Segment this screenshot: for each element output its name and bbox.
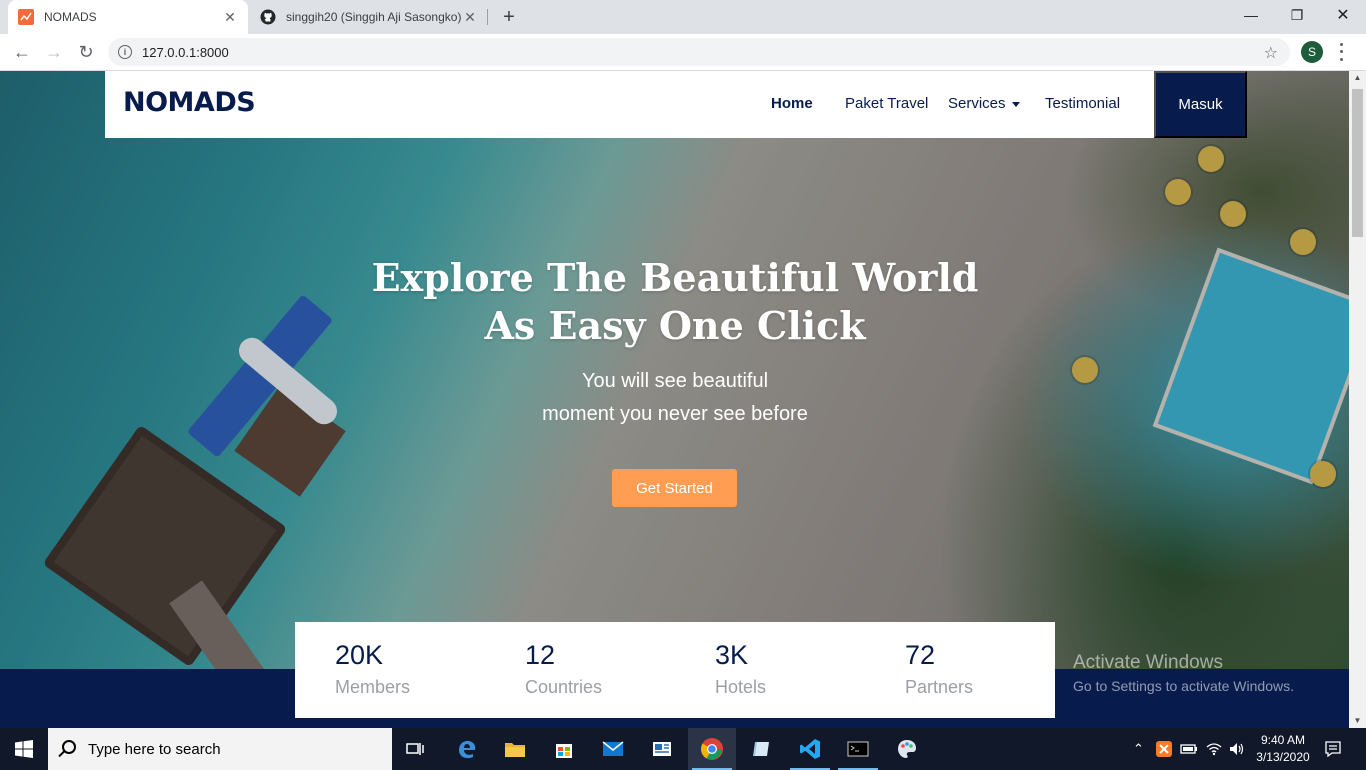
action-center-icon[interactable] [1325, 728, 1341, 770]
caret-down-icon [1011, 101, 1020, 107]
file-explorer-icon[interactable] [491, 728, 539, 770]
terminal-icon[interactable] [834, 728, 882, 770]
profile-avatar[interactable]: S [1301, 41, 1323, 63]
notes-app-icon[interactable] [737, 728, 785, 770]
wifi-icon[interactable] [1206, 728, 1222, 770]
bookmark-star-icon[interactable]: ☆ [1264, 43, 1278, 63]
page-viewport: NOMADS Home Paket Travel Services Testim… [0, 71, 1349, 728]
paint-app-icon[interactable] [883, 728, 931, 770]
stat-value: 3K [715, 640, 749, 670]
new-tab-plus-icon[interactable]: + [498, 6, 520, 28]
hero-subtitle-line2: moment you never see before [542, 403, 808, 425]
tab-separator [487, 9, 488, 25]
stat-value: 72 [905, 640, 936, 670]
url-text: 127.0.0.1:8000 [142, 44, 229, 60]
activate-windows-watermark: Activate Windows Go to Settings to activ… [1073, 652, 1294, 694]
close-window-icon[interactable]: ✕ [1320, 0, 1366, 30]
microsoft-store-icon[interactable] [540, 728, 588, 770]
tab-github[interactable]: singgih20 (Singgih Aji Sasongko) ✕ [250, 0, 488, 34]
windows-taskbar: Type here to search ⌃ 9:40 AM 3/13/2020 [0, 728, 1366, 770]
clock-date: 3/13/2020 [1256, 750, 1310, 764]
scroll-down-icon[interactable]: ▼ [1349, 714, 1366, 728]
nav-home[interactable]: Home [771, 95, 813, 112]
restore-icon[interactable]: ❐ [1274, 0, 1320, 30]
watermark-line2: Go to Settings to activate Windows. [1073, 678, 1294, 694]
stat-value: 12 [525, 640, 556, 670]
tab-title: singgih20 (Singgih Aji Sasongko) [286, 10, 462, 24]
windows-start-icon[interactable] [0, 728, 48, 770]
scroll-up-icon[interactable]: ▲ [1349, 71, 1366, 85]
scroll-thumb[interactable] [1352, 89, 1363, 237]
login-button[interactable]: Masuk [1154, 71, 1247, 138]
show-hidden-icons-chevron-icon[interactable]: ⌃ [1133, 728, 1144, 770]
nav-services[interactable]: Services [948, 95, 1020, 112]
stat-hotels: 3K Hotels [715, 640, 766, 698]
nav-paket-travel[interactable]: Paket Travel [845, 95, 928, 112]
github-icon [260, 9, 276, 25]
tab-nomads[interactable]: NOMADS ✕ [8, 0, 248, 34]
hero-title: Explore The Beautiful World As Easy One … [350, 254, 1000, 350]
back-arrow-icon[interactable]: ← [9, 39, 35, 65]
site-navbar: NOMADS Home Paket Travel Services Testim… [105, 71, 1247, 138]
site-info-icon[interactable]: i [118, 45, 132, 59]
hero-subtitle: You will see beautiful moment you never … [450, 365, 900, 431]
stat-label: Members [335, 677, 411, 697]
tab-title: NOMADS [44, 10, 97, 24]
task-view-icon[interactable] [392, 728, 440, 770]
vscode-icon[interactable] [786, 728, 834, 770]
stat-partners: 72 Partners [905, 640, 973, 698]
mail-icon[interactable] [589, 728, 637, 770]
tab-close-icon[interactable]: ✕ [462, 9, 478, 25]
chrome-icon[interactable] [688, 728, 736, 770]
system-clock[interactable]: 9:40 AM 3/13/2020 [1250, 732, 1316, 766]
hero-title-line2: As Easy One Click [484, 303, 866, 348]
browser-tabstrip: NOMADS ✕ singgih20 (Singgih Aji Sasongko… [0, 0, 1366, 34]
taskbar-search-box[interactable]: Type here to search [48, 728, 392, 770]
xampp-tray-icon[interactable] [1156, 728, 1172, 770]
search-placeholder: Type here to search [88, 740, 221, 758]
minimize-icon[interactable]: — [1228, 0, 1274, 30]
address-bar[interactable]: i 127.0.0.1:8000 ☆ [108, 38, 1290, 66]
forward-arrow-icon[interactable]: → [41, 39, 67, 65]
nav-testimonial[interactable]: Testimonial [1045, 95, 1120, 112]
stat-value: 20K [335, 640, 384, 670]
browser-menu-icon[interactable] [1336, 41, 1346, 63]
tab-close-icon[interactable]: ✕ [222, 9, 238, 25]
news-app-icon[interactable] [638, 728, 686, 770]
search-icon [62, 740, 76, 754]
stats-panel: 20K Members 12 Countries 3K Hotels 72 Pa… [295, 622, 1055, 718]
nomads-favicon-icon [18, 9, 34, 25]
battery-icon[interactable] [1180, 728, 1198, 770]
edge-icon[interactable] [443, 728, 491, 770]
hero-title-line1: Explore The Beautiful World [371, 255, 979, 300]
browser-toolbar: ← → ↻ i 127.0.0.1:8000 ☆ [0, 34, 1366, 71]
stat-countries: 12 Countries [525, 640, 602, 698]
watermark-line1: Activate Windows [1073, 652, 1223, 673]
nomads-logo[interactable]: NOMADS [123, 87, 256, 118]
hero-subtitle-line1: You will see beautiful [581, 370, 769, 392]
get-started-button[interactable]: Get Started [612, 469, 737, 507]
stat-label: Hotels [715, 677, 767, 697]
reload-icon[interactable]: ↻ [73, 39, 99, 65]
stat-members: 20K Members [335, 640, 410, 698]
stat-label: Countries [525, 677, 603, 697]
stat-label: Partners [905, 677, 974, 697]
clock-time: 9:40 AM [1260, 733, 1306, 747]
nav-services-label: Services [948, 95, 1006, 112]
volume-icon[interactable] [1229, 728, 1245, 770]
page-scrollbar[interactable]: ▲ ▼ [1349, 71, 1366, 728]
